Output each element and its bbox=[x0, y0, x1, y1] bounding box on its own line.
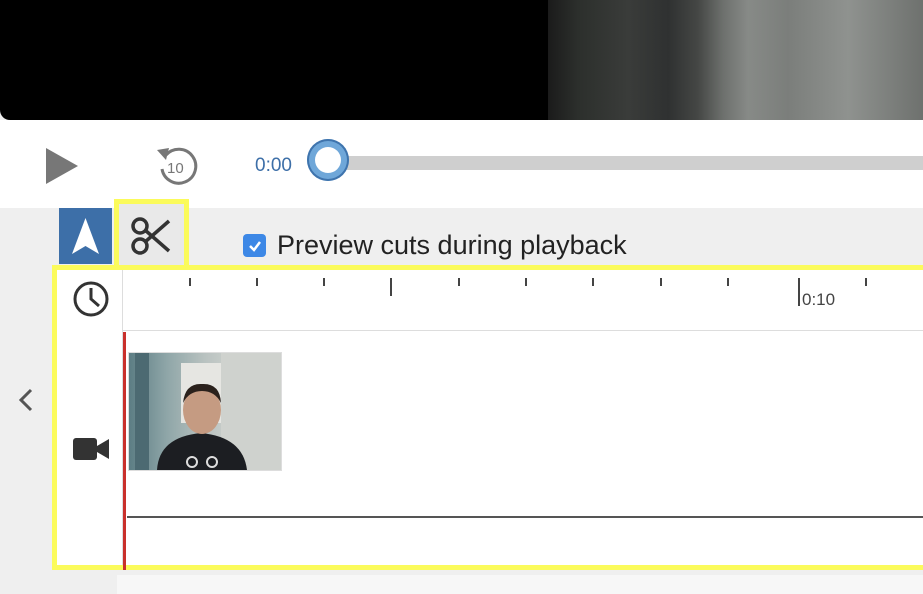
ruler-tick bbox=[189, 278, 191, 286]
video-clip-thumbnail[interactable] bbox=[128, 352, 282, 471]
ruler-tick bbox=[592, 278, 594, 286]
checkmark-icon bbox=[248, 240, 261, 252]
editor-toolbar: Preview cuts during playback bbox=[0, 199, 923, 270]
audio-waveform-line bbox=[127, 516, 923, 518]
video-preview bbox=[0, 0, 923, 120]
navigation-arrow-icon bbox=[72, 218, 99, 254]
preview-cuts-checkbox[interactable] bbox=[243, 234, 266, 257]
ruler-tick bbox=[727, 278, 729, 286]
timeline-gutter bbox=[57, 270, 123, 565]
video-camera-icon bbox=[72, 435, 110, 468]
playback-controls: 10 0:00 bbox=[0, 120, 923, 208]
select-tool-button[interactable] bbox=[59, 208, 112, 264]
chevron-left-icon bbox=[18, 388, 33, 412]
ruler-tick bbox=[660, 278, 662, 286]
preview-cuts-label: Preview cuts during playback bbox=[277, 230, 627, 260]
rewind-10-icon: 10 bbox=[157, 147, 198, 185]
webcam-clip-thumbnail bbox=[129, 353, 281, 470]
svg-text:10: 10 bbox=[167, 160, 184, 177]
ruler-tick bbox=[256, 278, 258, 286]
clock-icon bbox=[72, 280, 110, 323]
ruler-tick bbox=[323, 278, 325, 286]
ruler-tick bbox=[458, 278, 460, 286]
cut-tool-button[interactable] bbox=[114, 199, 189, 270]
ruler-tick bbox=[798, 278, 800, 306]
playhead[interactable] bbox=[123, 332, 126, 570]
ruler-tick bbox=[865, 278, 867, 286]
timeline-panel: 0:10 bbox=[52, 265, 923, 570]
scissors-icon bbox=[131, 217, 171, 255]
timeline-scroll-area bbox=[117, 575, 923, 594]
scrubber-track[interactable] bbox=[330, 156, 923, 170]
ruler-tick bbox=[525, 278, 527, 286]
current-time: 0:00 bbox=[255, 155, 292, 176]
time-ruler[interactable]: 0:10 bbox=[123, 270, 923, 331]
collapse-sidebar-button[interactable] bbox=[12, 385, 40, 420]
rewind-10-button[interactable]: 10 bbox=[152, 141, 202, 189]
play-icon bbox=[46, 148, 78, 184]
preview-cuts-toggle[interactable]: Preview cuts during playback bbox=[243, 230, 627, 261]
video-frame bbox=[548, 0, 923, 120]
ruler-tick-label: 0:10 bbox=[802, 290, 836, 309]
scrubber-handle[interactable] bbox=[307, 139, 349, 181]
play-button[interactable] bbox=[42, 146, 82, 186]
ruler-tick bbox=[390, 278, 392, 296]
